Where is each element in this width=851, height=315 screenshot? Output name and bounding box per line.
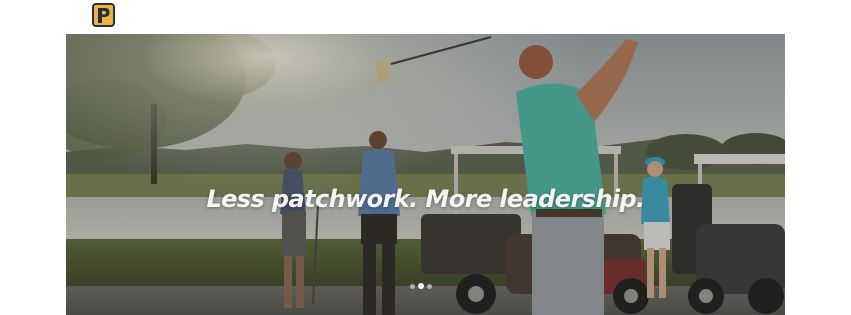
carousel-dot-1[interactable]	[410, 283, 415, 289]
golf-course-photo	[66, 34, 785, 315]
brand-logo-icon[interactable]	[92, 3, 115, 27]
p-letter-icon	[98, 7, 110, 23]
carousel-dot-2[interactable]	[418, 283, 424, 289]
carousel-indicators	[410, 283, 432, 289]
hero-banner: Less patchwork. More leadership.	[66, 34, 785, 315]
hero-tagline: Less patchwork. More leadership.	[206, 185, 645, 213]
page: Less patchwork. More leadership.	[0, 0, 851, 315]
carousel-dot-3[interactable]	[427, 283, 432, 289]
